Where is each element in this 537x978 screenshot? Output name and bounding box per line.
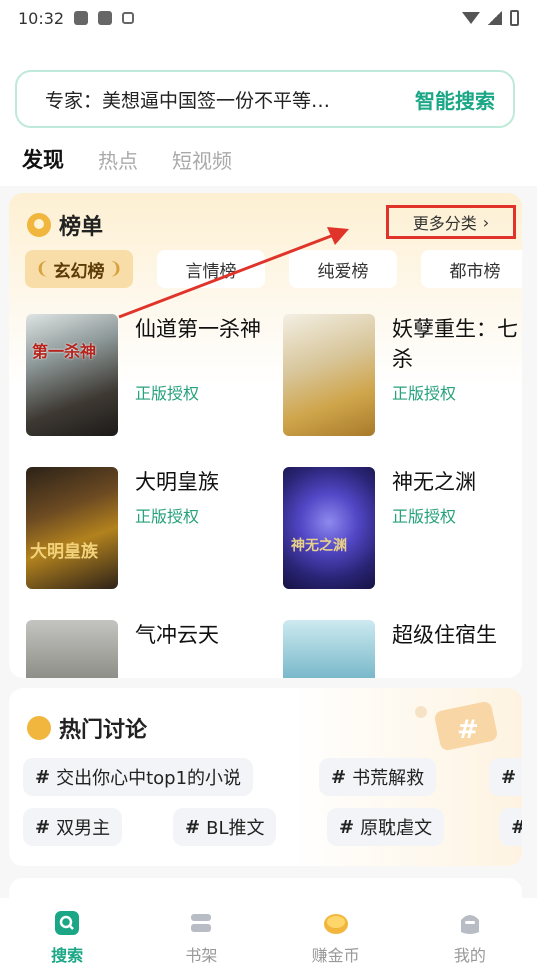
chip-fantasy[interactable]: ❨ 玄幻榜 ❩ — [25, 250, 133, 288]
profile-icon — [460, 915, 479, 934]
hash-icon: # — [339, 816, 355, 838]
tab-short-video[interactable]: 短视频 — [172, 145, 232, 174]
notification-icon — [122, 12, 135, 24]
license-badge: 正版授权 — [392, 507, 457, 526]
bottom-nav: 搜索 书架 赚金币 我的 — [0, 898, 537, 978]
book-cover: 神无之渊 — [283, 467, 375, 589]
chip-bl[interactable]: 纯爱榜 — [289, 250, 397, 288]
ranking-card: 榜单 更多分类 › ❨ 玄幻榜 ❩ 言情榜 纯爱榜 都市榜 第一杀神 仙道第一杀… — [9, 193, 522, 678]
book-cover: 大明皇族 — [26, 467, 118, 589]
nav-coins[interactable]: 赚金币 — [269, 898, 403, 978]
book-cover — [283, 314, 375, 436]
book-item[interactable]: 第一杀神 仙道第一杀神 正版授权 — [26, 314, 276, 439]
book-cover — [283, 620, 375, 678]
topic-tag[interactable]: # 书荒解救 — [319, 758, 437, 796]
nav-label: 赚金币 — [311, 946, 360, 965]
signal-icon — [488, 11, 502, 25]
tab-discover[interactable]: 发现 — [22, 144, 64, 174]
license-badge: 正版授权 — [135, 384, 200, 403]
hot-header: 热门讨论 — [27, 712, 147, 744]
ranking-title: 榜单 — [59, 215, 104, 240]
hot-discussion-card: 热门讨论 # # 交出你心中top1的小说 # 书荒解救 # # 双男主 # B… — [9, 688, 522, 866]
cover-title: 大明皇族 — [30, 542, 98, 562]
topic-tag[interactable]: # 双男主 — [23, 808, 123, 846]
hashtag-decoration-icon: # — [415, 701, 498, 751]
leaf-icon: ❩ — [108, 259, 123, 279]
tab-hot[interactable]: 热点 — [98, 145, 138, 174]
topic-tag[interactable]: # BL推文 — [173, 808, 277, 846]
hash-icon: # — [501, 766, 517, 788]
battery-icon — [510, 10, 519, 26]
chevron-right-icon: › — [482, 212, 490, 232]
topic-tag[interactable]: # 交出你心中top1的小说 — [23, 758, 254, 796]
ranking-header: 榜单 — [27, 209, 103, 241]
topic-tag[interactable]: # — [489, 758, 522, 796]
header: 专家：美想逼中国签一份不平等… 智能搜索 发现 热点 短视频 — [0, 36, 537, 186]
book-item[interactable]: 气冲云天 — [26, 620, 276, 678]
nav-bookshelf[interactable]: 书架 — [134, 898, 268, 978]
tag-label: BL推文 — [206, 818, 265, 839]
book-cover: 第一杀神 — [26, 314, 118, 436]
chip-romance[interactable]: 言情榜 — [157, 250, 265, 288]
book-item[interactable]: 妖孽重生：七杀 正版授权 — [283, 314, 522, 439]
status-time: 10:32 — [18, 8, 65, 28]
hash-icon: # — [35, 816, 51, 838]
nav-profile[interactable]: 我的 — [403, 898, 537, 978]
topic-tag[interactable]: # 原耽虐文 — [327, 808, 445, 846]
book-title: 妖孽重生：七杀 — [392, 317, 518, 371]
tag-label: 书荒解救 — [352, 768, 425, 789]
cover-title: 第一杀神 — [32, 342, 97, 361]
tag-label: 双男主 — [56, 818, 111, 839]
hot-title: 热门讨论 — [59, 718, 148, 743]
nav-label: 我的 — [453, 946, 486, 965]
book-title: 大明皇族 — [135, 470, 219, 494]
bookshelf-icon — [191, 914, 212, 932]
notification-icon — [74, 11, 89, 25]
book-title: 超级住宿生 — [392, 623, 497, 647]
hash-icon: # — [35, 766, 51, 788]
notification-icon — [98, 11, 113, 25]
arrow-head — [327, 227, 349, 245]
tab-bar: 发现 热点 短视频 — [22, 144, 232, 174]
tag-label: 交出你心中top1的小说 — [56, 768, 242, 789]
nav-search[interactable]: 搜索 — [0, 898, 134, 978]
smart-search-button[interactable]: 智能搜索 — [415, 85, 495, 114]
nav-label: 书架 — [185, 946, 218, 965]
hash-icon: # — [185, 816, 201, 838]
search-input[interactable]: 专家：美想逼中国签一份不平等… — [45, 86, 415, 113]
svg-text:#: # — [457, 715, 479, 745]
more-categories-label: 更多分类 — [412, 214, 477, 233]
book-title: 仙道第一杀神 — [135, 317, 261, 341]
book-cover — [26, 620, 118, 678]
hash-icon: # — [511, 817, 522, 838]
tag-label: 原耽虐文 — [360, 818, 433, 839]
coin-icon — [323, 914, 348, 934]
book-item[interactable]: 大明皇族 大明皇族 正版授权 — [26, 467, 276, 592]
book-title: 神无之渊 — [392, 470, 476, 494]
chip-label: 玄幻榜 — [53, 261, 105, 282]
status-bar: 10:32 — [0, 0, 537, 36]
license-badge: 正版授权 — [392, 384, 457, 403]
hash-icon: # — [331, 766, 347, 788]
search-bar[interactable]: 专家：美想逼中国签一份不平等… 智能搜索 — [15, 70, 515, 128]
medal-icon — [27, 213, 51, 237]
chip-urban[interactable]: 都市榜 — [421, 250, 522, 288]
wifi-icon — [462, 12, 480, 24]
search-icon — [55, 911, 80, 935]
category-chips: ❨ 玄幻榜 ❩ 言情榜 纯爱榜 都市榜 — [25, 250, 522, 288]
leaf-icon: ❨ — [35, 259, 50, 279]
chat-icon — [27, 716, 51, 740]
nav-label: 搜索 — [51, 946, 84, 965]
book-title: 气冲云天 — [135, 623, 219, 647]
topic-tag[interactable]: # — [499, 808, 522, 846]
license-badge: 正版授权 — [135, 507, 200, 526]
more-categories-button[interactable]: 更多分类 › — [386, 205, 516, 239]
book-item[interactable]: 超级住宿生 — [283, 620, 522, 678]
book-item[interactable]: 神无之渊 神无之渊 正版授权 — [283, 467, 522, 592]
cover-title: 神无之渊 — [291, 538, 347, 554]
